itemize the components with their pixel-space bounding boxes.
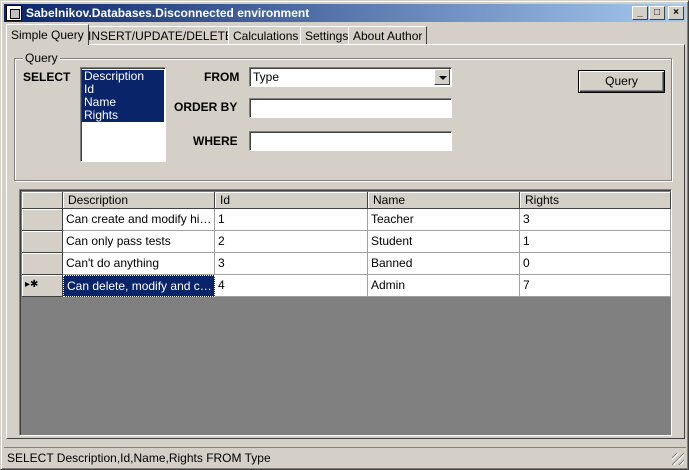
cell-description[interactable]: Can only pass tests — [63, 231, 215, 253]
list-item[interactable]: Rights — [82, 109, 164, 122]
chevron-down-icon[interactable] — [434, 69, 450, 85]
title-bar[interactable]: Sabelnikov.Databases.Disconnected enviro… — [4, 4, 686, 22]
resize-grip-icon[interactable] — [672, 453, 684, 465]
window-title: Sabelnikov.Databases.Disconnected enviro… — [26, 6, 310, 20]
tab-settings[interactable]: Settings — [300, 26, 354, 44]
table-row[interactable]: Can create and modify his o... 1 Teacher… — [22, 209, 671, 231]
cell-name[interactable]: Banned — [368, 253, 520, 275]
from-label: FROM — [204, 70, 240, 84]
cell-name[interactable]: Teacher — [368, 209, 520, 231]
results-grid[interactable]: Description Id Name Rights Can create an… — [19, 189, 672, 436]
cell-id[interactable]: 2 — [215, 231, 368, 253]
cell-description[interactable]: Can't do anything — [63, 253, 215, 275]
column-header-rights[interactable]: Rights — [520, 192, 671, 209]
orderby-label: ORDER BY — [174, 100, 238, 114]
from-table-combobox[interactable]: Type — [249, 67, 452, 87]
cell-id[interactable]: 1 — [215, 209, 368, 231]
cell-rights[interactable]: 7 — [520, 275, 671, 297]
cell-id[interactable]: 4 — [215, 275, 368, 297]
minimize-button[interactable]: _ — [632, 6, 648, 20]
table-row[interactable]: Can't do anything 3 Banned 0 — [22, 253, 671, 275]
status-text: SELECT Description,Id,Name,Rights FROM T… — [7, 451, 271, 465]
grid-corner-header[interactable] — [22, 192, 63, 209]
tab-simple-query[interactable]: Simple Query — [6, 24, 89, 45]
cell-id[interactable]: 3 — [215, 253, 368, 275]
tab-insert-update-delete[interactable]: INSERT/UPDATE/DELETE — [83, 26, 238, 44]
table-row[interactable]: Can only pass tests 2 Student 1 — [22, 231, 671, 253]
query-button[interactable]: Query — [578, 70, 665, 93]
orderby-input[interactable] — [249, 98, 452, 118]
cell-rights[interactable]: 3 — [520, 209, 671, 231]
row-header[interactable] — [22, 253, 63, 275]
cell-description[interactable]: Can delete, modify and creat... — [63, 275, 215, 297]
tab-about-author[interactable]: About Author — [348, 26, 428, 44]
maximize-button[interactable]: □ — [649, 6, 665, 20]
new-row-marker-icon[interactable]: ▸✱ — [22, 275, 63, 297]
where-label: WHERE — [193, 134, 238, 148]
cell-name[interactable]: Student — [368, 231, 520, 253]
app-icon[interactable] — [6, 5, 22, 21]
column-header-id[interactable]: Id — [215, 192, 368, 209]
select-columns-listbox[interactable]: Description Id Name Rights — [80, 67, 166, 162]
where-input[interactable] — [249, 131, 452, 151]
cell-rights[interactable]: 0 — [520, 253, 671, 275]
column-header-name[interactable]: Name — [368, 192, 520, 209]
grid-header: Description Id Name Rights — [22, 192, 671, 209]
status-bar: SELECT Description,Id,Name,Rights FROM T… — [4, 447, 686, 467]
column-header-description[interactable]: Description — [63, 192, 215, 209]
row-header[interactable] — [22, 209, 63, 231]
row-header[interactable] — [22, 231, 63, 253]
query-group-label: Query — [23, 51, 60, 65]
table-row[interactable]: ▸✱ Can delete, modify and creat... 4 Adm… — [22, 275, 671, 297]
cell-description[interactable]: Can create and modify his o... — [63, 209, 215, 231]
close-button[interactable]: × — [668, 6, 684, 20]
from-table-value: Type — [253, 70, 280, 84]
select-label: SELECT — [23, 70, 71, 84]
cell-rights[interactable]: 1 — [520, 231, 671, 253]
app-window: Sabelnikov.Databases.Disconnected enviro… — [0, 0, 689, 470]
tab-calculations[interactable]: Calculations — [228, 26, 304, 44]
list-item[interactable]: Description — [82, 70, 164, 83]
cell-name[interactable]: Admin — [368, 275, 520, 297]
